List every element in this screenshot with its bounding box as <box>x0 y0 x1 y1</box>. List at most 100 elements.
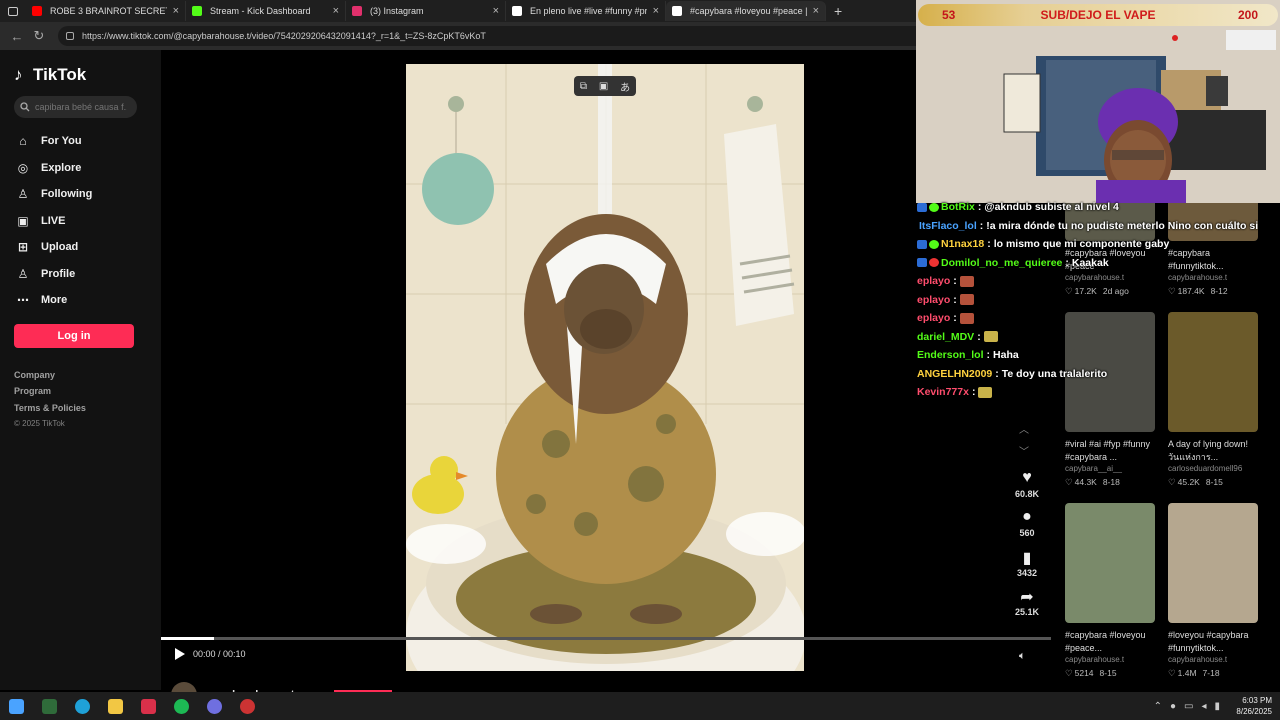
browser-tab-title: En pleno live #live #funny #prank <box>530 6 647 16</box>
chat-message: Kevin777x: <box>917 383 1217 402</box>
translate-icon[interactable]: あ <box>620 79 630 94</box>
close-tab-icon[interactable]: × <box>493 5 499 17</box>
browser-tab[interactable]: Stream - Kick Dashboard × <box>186 1 346 21</box>
comment-icon: ● <box>1022 508 1032 525</box>
video-thumbnail[interactable] <box>1065 503 1155 623</box>
video-date: 8-15 <box>1099 668 1117 678</box>
compass-icon: ◎ <box>17 160 29 175</box>
new-tab-icon[interactable]: + <box>834 3 842 19</box>
speaker-icon[interactable]: ◂ <box>1201 701 1206 712</box>
chat-separator: : <box>953 293 957 306</box>
taskbar-app[interactable] <box>33 692 66 720</box>
footer-link[interactable]: Terms & Policies <box>14 403 147 420</box>
taskbar-app[interactable] <box>99 692 132 720</box>
search-box[interactable] <box>14 96 137 118</box>
like-action[interactable]: ♥ 60.8K <box>1011 469 1043 499</box>
login-button[interactable]: Log in <box>14 323 134 348</box>
video-cast-icon[interactable]: ▣ <box>599 81 608 92</box>
chat-separator: : <box>953 275 957 288</box>
close-tab-icon[interactable]: × <box>813 5 819 17</box>
file-explorer-icon <box>108 698 123 714</box>
previous-video-icon[interactable]: ︿ <box>1019 420 1029 442</box>
chat-message: eplayo: <box>917 272 1217 291</box>
site-info-icon[interactable] <box>66 32 74 40</box>
close-tab-icon[interactable]: × <box>173 5 179 17</box>
video-time: 00:00 / 00:10 <box>193 649 246 659</box>
sidebar-item-profile[interactable]: ♙ Profile <box>14 261 147 288</box>
playback-controls: 00:00 / 00:10 <box>175 648 246 660</box>
close-tab-icon[interactable]: × <box>653 5 659 17</box>
sidebar-item-upload[interactable]: ⊞ Upload <box>14 234 147 261</box>
play-icon[interactable] <box>175 648 185 660</box>
reload-icon[interactable]: ↻ <box>28 28 50 44</box>
close-tab-icon[interactable]: × <box>333 5 339 17</box>
webcam-overlay: 53 SUB/DEJO EL VAPE 200 <box>916 0 1280 203</box>
taskbar-app[interactable] <box>165 692 198 720</box>
next-video-icon[interactable]: ﹀ <box>1019 442 1029 464</box>
search-input[interactable] <box>35 102 127 112</box>
sidebar-item-for-you[interactable]: ⌂ For You <box>14 128 147 155</box>
sub-goal-target: 200 <box>1238 8 1259 22</box>
sub-goal-text: SUB/DEJO EL VAPE <box>1040 8 1156 22</box>
like-count: 1.4M <box>1177 668 1197 678</box>
chat-emote-icon <box>959 312 974 324</box>
tiktok-logo[interactable]: ♪ TikTok <box>14 64 147 86</box>
taskbar-app[interactable] <box>231 692 264 720</box>
browser-tab[interactable]: En pleno live #live #funny #prank × <box>506 1 666 21</box>
taskbar-app[interactable] <box>198 692 231 720</box>
taskbar-app[interactable] <box>132 692 165 720</box>
video-navigation: ︿ ﹀ <box>1019 420 1029 464</box>
video-tools: ⧉ ▣ あ <box>574 76 636 96</box>
chat-badge-icon <box>917 239 927 249</box>
microphone-icon[interactable]: ● <box>1170 701 1176 712</box>
heart-icon: ♥ <box>1022 469 1032 486</box>
recommended-video-card[interactable]: #loveyou #capybara #funnytiktok... capyba… <box>1168 503 1260 679</box>
sidebar-item-more[interactable]: ⋯ More <box>14 287 147 314</box>
volume-icon[interactable]: 🔈︎ <box>1019 650 1026 663</box>
webcam-feed <box>916 0 1280 203</box>
footer-link[interactable]: Program <box>14 386 147 403</box>
recommended-video-card[interactable]: #capybara #loveyou #peace... capybarahous… <box>1065 503 1157 679</box>
chat-username: eplayo <box>917 293 951 306</box>
tray-chevron-icon[interactable]: ⌃ <box>1154 701 1162 712</box>
taskbar-app[interactable] <box>0 692 33 720</box>
network-icon[interactable]: ▭ <box>1184 701 1193 712</box>
taskbar-clock[interactable]: 6:03 PM 8/26/2025 <box>1236 695 1272 717</box>
sidebar-item-explore[interactable]: ◎ Explore <box>14 155 147 182</box>
video-player[interactable]: ⧉ ▣ あ <box>406 64 804 671</box>
sidebar-item-live[interactable]: ▣ LIVE <box>14 208 147 235</box>
picture-in-picture-icon[interactable]: ⧉ <box>580 81 587 92</box>
browser-tab-title: ROBE 3 BRAINROT SECRETOS MI... <box>50 6 167 16</box>
video-author-name: carloseduardomell96 <box>1168 464 1243 473</box>
video-progress-bar[interactable] <box>161 637 1051 640</box>
search-icon <box>20 102 30 112</box>
video-thumbnail[interactable] <box>1168 503 1258 623</box>
browser-tab[interactable]: (3) Instagram × <box>346 1 506 21</box>
back-icon[interactable]: ← <box>6 29 28 44</box>
heart-icon: ♡ <box>1065 668 1073 678</box>
chat-message: eplayo: <box>917 291 1217 310</box>
kick-icon <box>192 6 202 16</box>
taskbar-app[interactable] <box>66 692 99 720</box>
url-field[interactable]: https://www.tiktok.com/@capybarahouse.t/… <box>58 26 916 46</box>
browser-tab[interactable]: ROBE 3 BRAINROT SECRETOS MI... × <box>26 1 186 21</box>
battery-icon[interactable]: ▮ <box>1214 701 1220 712</box>
chat-username: BotRix <box>941 201 975 214</box>
browser-tab[interactable]: #capybara #loveyou #peace | Cap × <box>666 1 826 21</box>
comment-action[interactable]: ● 560 <box>1011 508 1043 538</box>
sidebar-item-following[interactable]: ♙ Following <box>14 181 147 208</box>
share-action[interactable]: ➦ 25.1K <box>1011 587 1043 617</box>
chat-text: !a mira dónde tu no pudiste meterlo Nino… <box>986 219 1259 232</box>
chat-separator: : <box>986 349 991 362</box>
save-action[interactable]: ▮ 3432 <box>1011 548 1043 578</box>
sidebar-item-label: For You <box>41 135 82 148</box>
discord-icon <box>207 698 222 714</box>
window-menu-icon[interactable] <box>0 0 26 22</box>
tiktok-icon <box>512 6 522 16</box>
chat-text: Kaakak <box>1071 256 1109 269</box>
chat-emote-icon <box>978 386 993 398</box>
footer-link[interactable]: Company <box>14 370 147 387</box>
profile-icon: ♙ <box>17 266 29 281</box>
browser-tab-bar: ROBE 3 BRAINROT SECRETOS MI...×Stream - … <box>0 0 916 22</box>
video-date: 8-15 <box>1205 477 1223 487</box>
